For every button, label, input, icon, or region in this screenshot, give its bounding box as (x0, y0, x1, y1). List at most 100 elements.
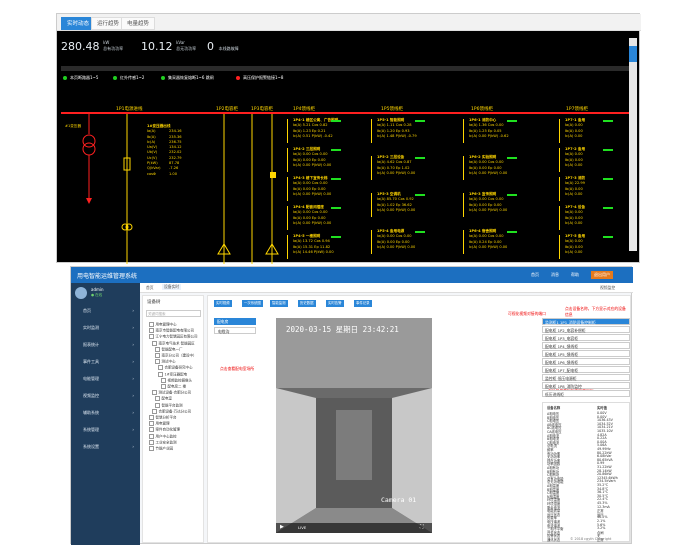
location-item-cable-trench[interactable]: 电缆沟 (214, 327, 256, 334)
sidebar-item[interactable]: 电能管理 (71, 373, 140, 385)
feeder-status-bar (507, 231, 517, 233)
tree-node[interactable]: 南京市智能配电有限公司 (149, 328, 195, 334)
scrollbar-thumb[interactable] (629, 46, 637, 62)
sidebar-item[interactable]: 实时监测 (71, 322, 140, 334)
tab-energy[interactable]: 电量趋势 (121, 17, 156, 30)
tree-node[interactable]: 智能配电一厂 (155, 347, 183, 353)
tab-realtime[interactable]: 实时动态 (61, 17, 96, 30)
feeder-line (287, 206, 288, 230)
tree-node[interactable]: 测试设备·合肥分公司 (152, 390, 192, 396)
tree-node[interactable]: 智能平台监测 (155, 403, 183, 409)
feeder-cell[interactable]: 1P4-5 一楼照明 Ia(A) 13.72 Cos 0.94 Ib(A) 15.3… (293, 234, 334, 255)
tree-node[interactable]: 测试中心 (155, 359, 176, 365)
feeder-reading: Ic(A) 0.00 P(kW) 0.00 (293, 220, 332, 225)
feeder-cell[interactable]: 1P5-3 空调机 Ia(A) 85.70 Cos 0.92 Ib(A) 1.02 … (377, 192, 415, 213)
tree-node[interactable]: 南京电气技术 智能园区 (152, 341, 195, 347)
tree-node[interactable]: 工业安全监测 (149, 440, 177, 446)
device-tree: 设备树 关键词搜索 用电管理中心 南京市智能配电有限公司 江宁电力智慧园区有限公司南… (142, 295, 204, 543)
feeder-cell[interactable]: 1P7-5 备用 Ia(A) 0.00 Ib(A) 0.00 Ic(A) 0.00 (565, 234, 585, 255)
feeder-cell[interactable]: 1P5-4 备用电源 Ia(A) 0.00 Cos 0.00 Ib(A) 0.00 … (377, 229, 415, 250)
sidebar-item[interactable]: 系统管理 (71, 424, 140, 436)
feeder-cell[interactable]: 1P4-2 三层照明 Ia(A) 0.00 Cos 0.00 Ib(A) 0.00 … (293, 147, 331, 168)
logout-button[interactable]: 退出用户 (591, 271, 613, 279)
feeder-cell[interactable]: 1P5-2 三层设备 Ia(A) 4.62 Cos 0.87 Ib(A) 0.70 … (377, 155, 415, 176)
tree-node[interactable]: 配电房二 楼 (161, 384, 187, 390)
tree-node[interactable]: 节能产业园 (149, 446, 174, 452)
tree-node[interactable]: 配电室 (155, 396, 173, 402)
feeder-line (371, 193, 372, 217)
feeder-status-bar (603, 178, 613, 180)
play-icon[interactable]: ▶ (280, 524, 284, 530)
row-value: 234.16 (169, 129, 182, 134)
feeder-cell[interactable]: 1P4-4 配套间插座 Ia(A) 0.00 Cos 0.00 Ib(A) 0.00… (293, 205, 331, 226)
feeder-cell[interactable]: 1P7-3 消防 Ia(A) 22.99 Ib(A) 0.00 Ic(A) 0.00 (565, 176, 585, 197)
feeder-cell[interactable]: 1P4-3 楼下宣传长梯 Ia(A) 0.00 Cos 0.00 Ib(A) 0.0… (293, 176, 331, 197)
tree-node[interactable]: 用户中心监控 (149, 434, 177, 440)
toolbar-button[interactable]: 历史数据 (298, 300, 316, 307)
tree-node[interactable]: 智慧分析平台 (149, 415, 177, 421)
camera-list-item[interactable]: 监测柜1 1P1_消防设备控制柜 (542, 318, 630, 325)
tree-node[interactable]: 江宁电力智慧园区有限公司 (149, 334, 198, 340)
param-header-value: 实时值 (597, 406, 607, 410)
tree-node[interactable]: 案件自动化管理 (149, 427, 181, 433)
tree-node[interactable]: 视频监控摄像头 (161, 378, 193, 384)
feeder-cell[interactable]: 1P7-2 备用 Ia(A) 0.00 Ib(A) 0.00 Ic(A) 0.00 (565, 147, 585, 168)
crumb-home[interactable]: 首页 (146, 285, 154, 291)
sidebar-item[interactable]: 辅助系统 (71, 407, 140, 419)
tree-node[interactable]: 南京分公司（建设中） (155, 353, 197, 359)
camera-list-item[interactable]: 配电柜 1P8_消防监控 (542, 382, 630, 389)
crumb-video[interactable]: 视频监控 (600, 285, 615, 291)
sidebar-item[interactable]: 视频监控 (71, 390, 140, 402)
header-help[interactable]: 帮助 (571, 272, 579, 278)
scrollbar[interactable] (629, 38, 637, 251)
camera-list-item[interactable]: 监控柜 低压电源柜 (542, 374, 630, 381)
tree-search-input[interactable]: 关键词搜索 (146, 310, 201, 317)
feeder-cell[interactable]: 1P5-1 智能照明 Ia(A) 1.11 Cos 0.28 Ib(A) 1.20 … (377, 118, 417, 139)
tree-node[interactable]: 合肥设备研究中心 (158, 365, 193, 371)
feeder-cell[interactable]: 1P7-4 设备 Ia(A) 0.00 Ib(A) 0.00 Ic(A) 0.00 (565, 205, 585, 226)
feeder-cell[interactable]: 1P6-2 实验照明 Ia(A) 0.00 Cos 0.00 Ib(A) 0.00 … (469, 155, 507, 176)
camera-list-item[interactable]: 配电柜 1P7_配电柜 (542, 366, 630, 373)
feeder-cell[interactable]: 1P6-3 宣传照明 Ia(A) 0.00 Cos 0.00 Ib(A) 0.00 … (469, 192, 507, 213)
sidebar-item[interactable]: 系统设置 (71, 441, 140, 453)
camera-list-item[interactable]: 配电柜 1P3_电容柜 (542, 334, 630, 341)
header-home[interactable]: 首页 (531, 272, 539, 278)
feeder-status-bar (603, 236, 613, 238)
toolbar-button[interactable]: 实时视频 (214, 300, 232, 307)
feeder-cell[interactable]: 1P6-1 消防中心 Ia(A) 1.36 Cos 0.00 Ib(A) 1.25 … (469, 118, 509, 139)
tree-node[interactable]: 合肥设备·万达分公司 (152, 409, 192, 415)
camera-list-item[interactable]: 配电柜 1P4_馈线柜 (542, 342, 630, 349)
feeder-line (287, 177, 288, 201)
camera-list-item[interactable]: 低压进线柜 (542, 390, 630, 397)
sidebar-item[interactable]: 事件工具 (71, 356, 140, 368)
tree-title: 设备树 (147, 300, 161, 305)
tree-node[interactable]: 用电管理中心 (149, 322, 177, 328)
toolbar-button[interactable]: 事件记录 (354, 300, 372, 307)
status-dot-icon (63, 76, 67, 80)
feeder-line (287, 119, 288, 143)
status-dot-icon (113, 76, 117, 80)
tab-trend[interactable]: 运行趋势 (91, 17, 126, 30)
feeder-line (559, 177, 560, 201)
feeder-cell[interactable]: 1P7-1 备用 Ia(A) 0.00 Ib(A) 0.00 Ic(A) 0.00 (565, 118, 585, 139)
toolbar-button[interactable]: 智能监测 (270, 300, 288, 307)
fullscreen-icon[interactable]: ⛶ (420, 524, 424, 530)
legend-item: 集采器恢复熔断1~6 跳闸 (161, 75, 214, 81)
header-messages[interactable]: 消息 (551, 272, 559, 278)
video-player[interactable]: 2020-03-15 星期日 23:42:21 Camera 01 ▶ LIVE… (276, 318, 432, 533)
sidebar-item[interactable]: 报表统计 (71, 339, 140, 351)
toolbar-button[interactable]: 一次系统图 (242, 300, 263, 307)
camera-list-item[interactable]: 配电柜 1P6_馈线柜 (542, 358, 630, 365)
camera-list-item[interactable]: 配电柜 1P2_电容补偿柜 (542, 326, 630, 333)
busbar-label: 1P4馈线柜 (293, 107, 315, 112)
tree-node[interactable]: 用电管理 (149, 421, 170, 427)
location-item-distribution-room[interactable]: 配电房 (214, 318, 256, 325)
feeder-reading: Ic(A) 0.00 (565, 220, 583, 225)
tree-node[interactable]: 1#变压器配电 (158, 372, 188, 378)
feeder-cell[interactable]: 1P6-4 宿舍照明 Ia(A) 0.00 Cos 0.00 Ib(A) 0.24 … (469, 229, 507, 250)
breadcrumb: 首页 设备实时 视频监控 (140, 283, 633, 293)
sidebar-item[interactable]: 首页 (71, 305, 140, 317)
toolbar-button[interactable]: 实时告警 (326, 300, 344, 307)
crumb-devices[interactable]: 设备实时 (162, 284, 182, 290)
camera-list-item[interactable]: 配电柜 1P5_馈线柜 (542, 350, 630, 357)
